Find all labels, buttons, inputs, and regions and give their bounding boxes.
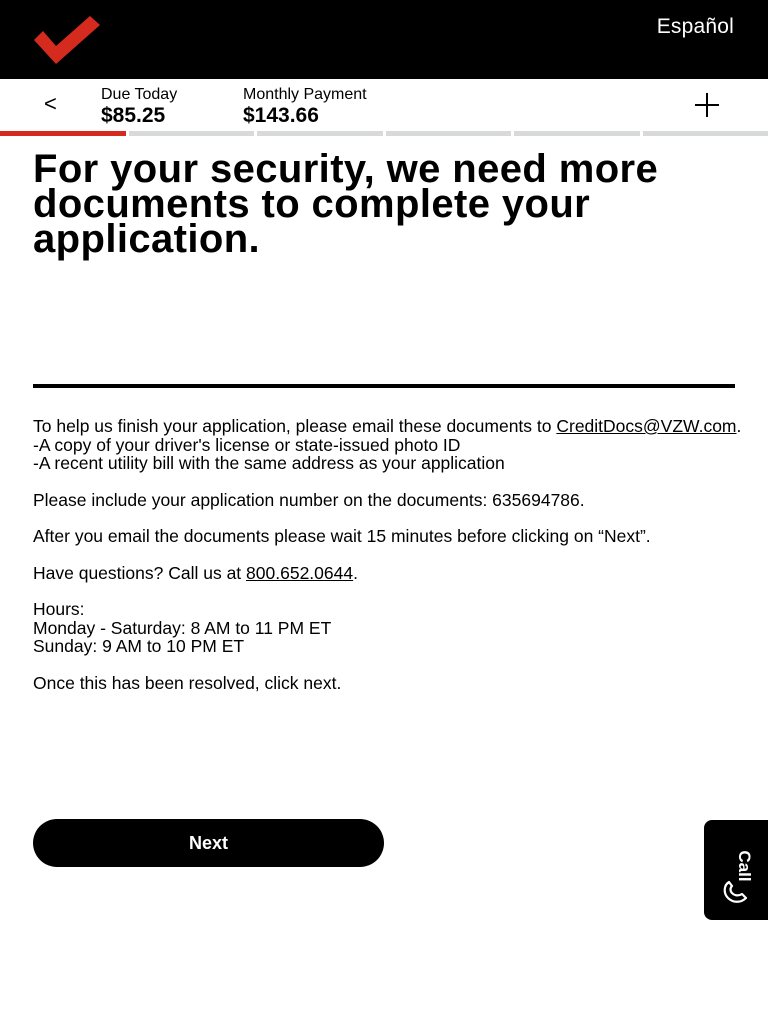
progress-segment (128, 131, 254, 136)
questions-paragraph: Have questions? Call us at 800.652.0644. (33, 562, 743, 583)
document-item-license: -A copy of your driver's license or stat… (33, 434, 461, 455)
document-item-utility-bill: -A recent utility bill with the same add… (33, 453, 505, 473)
wait-instructions: After you email the documents please wai… (33, 526, 651, 546)
back-chevron-icon[interactable]: < (44, 92, 64, 116)
hours-paragraph: Hours: Monday - Saturday: 8 AM to 11 PM … (33, 600, 743, 656)
instructions: To help us finish your application, plea… (33, 417, 743, 710)
progress-segment (385, 131, 511, 136)
progress-segment (257, 131, 383, 136)
next-button[interactable]: Next (33, 819, 384, 867)
documents-paragraph: To help us finish your application, plea… (33, 417, 743, 473)
price-summary-bar: < Due Today $85.25 Monthly Payment $143.… (0, 79, 768, 131)
due-today-label: Due Today (101, 86, 178, 103)
section-divider (33, 384, 735, 388)
call-tab[interactable]: Call (704, 820, 768, 920)
phone-icon (723, 880, 748, 903)
hours-weekday: Monday - Saturday: 8 AM to 11 PM ET (33, 617, 332, 638)
progress-bar (0, 131, 768, 136)
phone-link[interactable]: 800.652.0644 (246, 563, 353, 583)
top-bar: Español (0, 0, 768, 79)
questions-text: Have questions? Call us at (33, 562, 247, 583)
due-today-block: Due Today $85.25 (101, 86, 177, 127)
application-number-text: Please include your application number o… (33, 489, 585, 510)
monthly-payment-label: Monthly Payment (243, 86, 367, 103)
progress-segment (642, 131, 768, 136)
progress-segment (0, 131, 126, 136)
intro-period: . (736, 416, 742, 436)
due-today-value: $85.25 (101, 104, 166, 127)
verizon-check-logo[interactable] (32, 16, 102, 66)
plus-icon[interactable] (692, 90, 722, 120)
monthly-payment-value: $143.66 (243, 104, 319, 127)
email-link[interactable]: CreditDocs@VZW.com (556, 416, 736, 436)
language-toggle-link[interactable]: Español (657, 15, 734, 39)
page-title: For your security, we need more document… (33, 147, 659, 261)
resolved-instructions: Once this has been resolved, click next. (33, 672, 342, 693)
hours-sunday: Sunday: 9 AM to 10 PM ET (33, 636, 245, 656)
progress-segment (514, 131, 640, 136)
intro-text: To help us finish your application, plea… (33, 416, 557, 436)
monthly-payment-block: Monthly Payment $143.66 (243, 86, 367, 127)
hours-label: Hours: (33, 599, 85, 619)
questions-period: . (353, 562, 358, 583)
